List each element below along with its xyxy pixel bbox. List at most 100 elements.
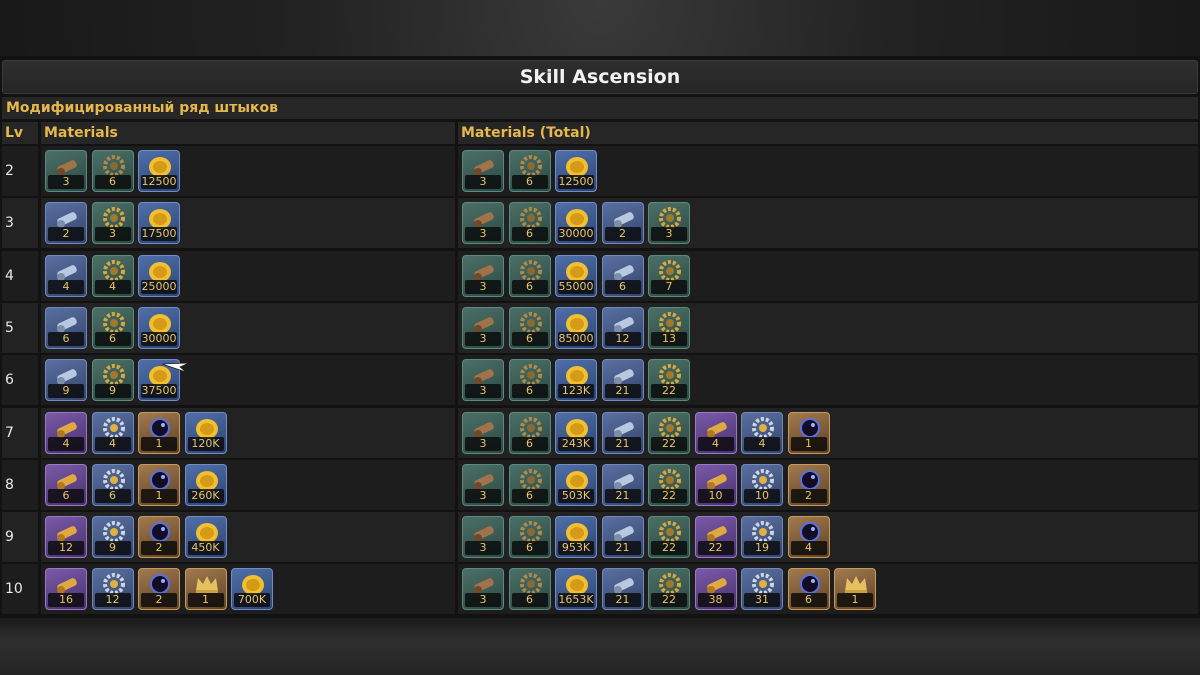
steel-cannon-icon[interactable]: 2 xyxy=(601,202,644,245)
gold-gear-icon[interactable]: 22 xyxy=(648,411,690,454)
steel-cannon-icon[interactable]: 9 xyxy=(45,359,87,402)
silver-gear-icon[interactable]: 9 xyxy=(91,516,134,559)
copper-cannon-icon[interactable]: 3 xyxy=(462,254,504,297)
copper-cannon-icon[interactable]: 3 xyxy=(462,359,504,402)
gold-gear-icon-art xyxy=(659,364,681,387)
gold-gear-icon[interactable]: 3 xyxy=(648,202,690,245)
copper-cannon-icon[interactable]: 3 xyxy=(45,150,87,192)
golden-cannon-icon[interactable]: 6 xyxy=(45,463,87,506)
steel-cannon-icon[interactable]: 12 xyxy=(601,306,644,349)
steel-cannon-icon[interactable]: 21 xyxy=(601,359,644,402)
gold-gear-icon[interactable]: 13 xyxy=(648,306,690,349)
gold-coin-icon[interactable]: 503K xyxy=(555,463,597,506)
steel-cannon-icon[interactable]: 2 xyxy=(45,202,87,245)
gold-coin-icon[interactable]: 25000 xyxy=(138,254,180,297)
copper-cannon-icon[interactable]: 3 xyxy=(462,463,504,506)
gear-icon[interactable]: 6 xyxy=(508,463,551,506)
golden-cannon-icon[interactable]: 10 xyxy=(694,463,737,506)
gold-gear-icon[interactable]: 4 xyxy=(91,254,134,297)
gold-coin-icon[interactable]: 123K xyxy=(555,359,597,402)
gold-coin-icon[interactable]: 17500 xyxy=(138,202,180,245)
gold-coin-icon[interactable]: 450K xyxy=(184,516,227,559)
gear-icon[interactable]: 6 xyxy=(508,359,551,402)
silver-gear-icon[interactable]: 10 xyxy=(741,463,783,506)
steel-cannon-icon[interactable]: 21 xyxy=(601,516,644,559)
copper-cannon-icon[interactable]: 3 xyxy=(462,150,504,192)
gold-coin-icon[interactable]: 85000 xyxy=(555,306,597,349)
gear-icon[interactable]: 6 xyxy=(508,568,551,611)
gear-icon[interactable]: 6 xyxy=(508,254,551,297)
golden-cannon-icon[interactable]: 4 xyxy=(45,411,87,454)
golden-cannon-icon[interactable]: 4 xyxy=(694,411,737,454)
gold-coin-icon[interactable]: 55000 xyxy=(555,254,597,297)
gold-gear-icon[interactable]: 22 xyxy=(648,463,690,506)
gold-gear-icon[interactable]: 22 xyxy=(648,516,690,559)
steel-cannon-icon[interactable]: 4 xyxy=(45,254,87,297)
steel-cannon-icon[interactable]: 21 xyxy=(601,463,644,506)
crown-icon[interactable]: 1 xyxy=(834,568,876,611)
level-cell: 4 xyxy=(2,250,38,301)
item-count: 9 xyxy=(94,384,131,399)
gold-gear-icon[interactable]: 7 xyxy=(648,254,690,297)
gold-coin-icon[interactable]: 30000 xyxy=(555,202,597,245)
golden-cannon-icon[interactable]: 22 xyxy=(694,516,737,559)
crown-icon[interactable]: 1 xyxy=(184,568,227,611)
golden-cannon-icon[interactable]: 12 xyxy=(45,516,87,559)
gold-coin-icon[interactable]: 260K xyxy=(184,463,227,506)
copper-cannon-icon[interactable]: 3 xyxy=(462,568,504,611)
gear-icon[interactable]: 6 xyxy=(508,202,551,245)
gold-coin-icon[interactable]: 12500 xyxy=(555,150,597,192)
gold-gear-icon[interactable]: 22 xyxy=(648,568,690,611)
copper-cannon-icon[interactable]: 3 xyxy=(462,202,504,245)
steel-cannon-icon[interactable]: 21 xyxy=(601,411,644,454)
copper-cannon-icon[interactable]: 3 xyxy=(462,306,504,349)
dark-orb-icon[interactable]: 1 xyxy=(787,411,830,454)
header-level: Lv xyxy=(2,122,38,144)
gear-icon[interactable]: 6 xyxy=(508,150,551,192)
item-count: 16 xyxy=(48,593,84,608)
gold-gear-icon[interactable]: 9 xyxy=(91,359,134,402)
golden-cannon-icon[interactable]: 38 xyxy=(694,568,737,611)
steel-cannon-icon[interactable]: 6 xyxy=(601,254,644,297)
dark-orb-icon[interactable]: 2 xyxy=(138,568,180,611)
dark-orb-icon[interactable]: 1 xyxy=(138,463,180,506)
gear-icon[interactable]: 6 xyxy=(91,150,134,192)
gold-coin-icon[interactable]: 30000 xyxy=(138,306,180,349)
steel-cannon-icon[interactable]: 21 xyxy=(601,568,644,611)
gold-gear-icon[interactable]: 22 xyxy=(648,359,690,402)
gear-icon[interactable]: 6 xyxy=(508,516,551,559)
copper-cannon-icon[interactable]: 3 xyxy=(462,516,504,559)
item-count: 22 xyxy=(651,593,687,608)
gold-gear-icon[interactable]: 6 xyxy=(91,306,134,349)
gold-coin-icon[interactable]: 1653K xyxy=(555,568,597,611)
silver-gear-icon[interactable]: 31 xyxy=(741,568,783,611)
dark-orb-icon[interactable]: 1 xyxy=(138,411,180,454)
steel-cannon-icon[interactable]: 6 xyxy=(45,306,87,349)
dark-orb-icon[interactable]: 2 xyxy=(138,516,180,559)
item-count: 4 xyxy=(94,279,131,294)
silver-gear-icon[interactable]: 12 xyxy=(91,568,134,611)
item-count: 6 xyxy=(604,279,641,294)
silver-gear-icon[interactable]: 4 xyxy=(741,411,783,454)
gold-coin-icon[interactable]: 953K xyxy=(555,516,597,559)
gold-coin-icon[interactable]: 243K xyxy=(555,411,597,454)
silver-gear-icon[interactable]: 4 xyxy=(91,411,134,454)
gold-coin-icon-art xyxy=(566,575,588,596)
golden-cannon-icon[interactable]: 16 xyxy=(45,568,87,611)
table-row: 5 6 6 30000 3 6 85000 12 13 xyxy=(0,302,1200,353)
gold-gear-icon[interactable]: 3 xyxy=(91,202,134,245)
item-count: 4 xyxy=(48,436,84,451)
gold-coin-icon[interactable]: 700K xyxy=(231,568,273,611)
gear-icon[interactable]: 6 xyxy=(508,411,551,454)
silver-gear-icon[interactable]: 19 xyxy=(741,516,783,559)
dark-orb-icon[interactable]: 2 xyxy=(787,463,830,506)
silver-gear-icon[interactable]: 6 xyxy=(91,463,134,506)
dark-orb-icon[interactable]: 6 xyxy=(787,568,830,611)
gear-icon[interactable]: 6 xyxy=(508,306,551,349)
item-count: 13 xyxy=(651,331,687,346)
copper-cannon-icon[interactable]: 3 xyxy=(462,411,504,454)
dark-orb-icon[interactable]: 4 xyxy=(787,516,830,559)
gold-coin-icon[interactable]: 12500 xyxy=(138,150,180,192)
gold-coin-icon[interactable]: 120K xyxy=(184,411,227,454)
dark-orb-icon-art xyxy=(150,417,170,438)
